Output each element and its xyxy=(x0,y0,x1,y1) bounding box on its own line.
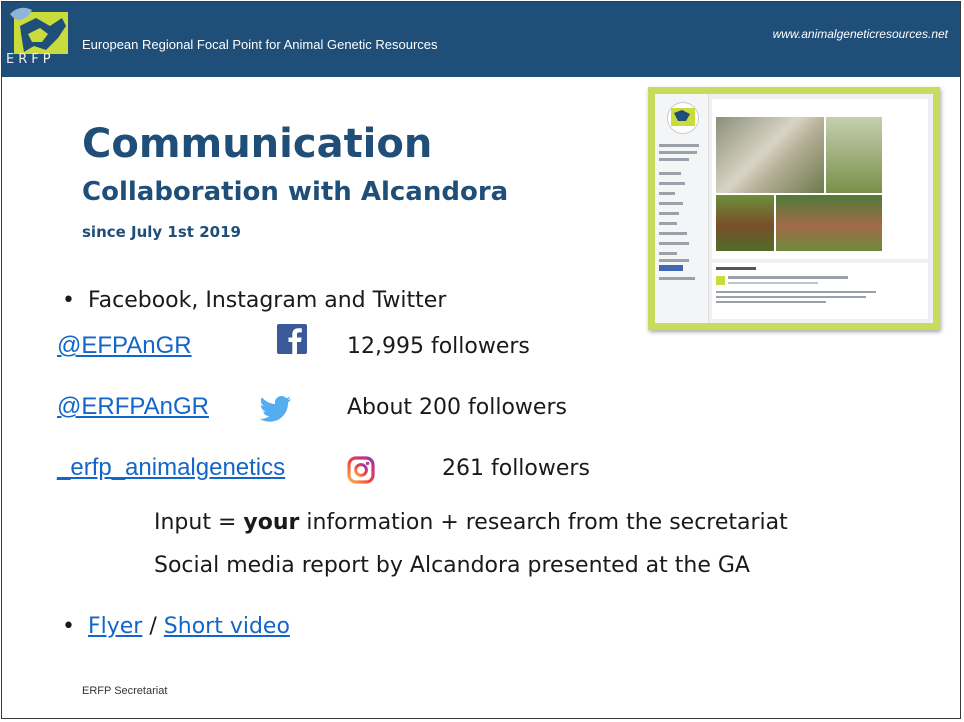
input-prefix: Input = xyxy=(154,510,244,535)
facebook-icon[interactable] xyxy=(277,324,307,354)
screenshot-sidebar xyxy=(655,94,709,323)
header-bar: ERFP European Regional Focal Point for A… xyxy=(2,2,960,77)
bullet-dot: • xyxy=(62,288,75,313)
page-title: Communication xyxy=(82,121,433,167)
facebook-page-screenshot xyxy=(648,87,940,330)
input-suffix: information + research from the secretar… xyxy=(299,510,788,535)
logo-text: ERFP xyxy=(6,52,55,67)
instagram-icon[interactable] xyxy=(347,456,375,484)
facebook-handle-link[interactable]: @EFPAnGR xyxy=(57,332,192,360)
input-bold: your xyxy=(243,510,300,535)
twitter-handle-link[interactable]: @ERFPAnGR xyxy=(57,393,209,421)
screenshot-post xyxy=(712,263,928,319)
links-separator: / xyxy=(149,614,157,639)
input-note: Input = your information + research from… xyxy=(154,510,788,535)
facebook-followers: 12,995 followers xyxy=(347,334,530,359)
since-date: since July 1st 2019 xyxy=(82,223,241,241)
screenshot-content xyxy=(655,94,933,323)
bullet-dot: • xyxy=(62,614,75,639)
screenshot-photos xyxy=(712,99,928,259)
footer-text: ERFP Secretariat xyxy=(82,685,168,697)
twitter-icon[interactable] xyxy=(260,396,292,422)
header-title: European Regional Focal Point for Animal… xyxy=(82,37,438,52)
screenshot-avatar xyxy=(667,102,699,134)
flyer-link[interactable]: Flyer xyxy=(88,614,142,639)
short-video-link[interactable]: Short video xyxy=(164,614,290,639)
header-url[interactable]: www.animalgeneticresources.net xyxy=(773,27,948,41)
screenshot-button xyxy=(659,265,683,271)
bullet-platforms: • Facebook, Instagram and Twitter xyxy=(62,288,446,313)
report-note: Social media report by Alcandora present… xyxy=(154,553,750,578)
slide: ERFP European Regional Focal Point for A… xyxy=(1,1,961,719)
platforms-text: Facebook, Instagram and Twitter xyxy=(87,288,447,313)
instagram-followers: 261 followers xyxy=(442,456,590,481)
instagram-handle-link[interactable]: _erfp_animalgenetics xyxy=(57,454,285,482)
twitter-followers: About 200 followers xyxy=(347,395,567,420)
page-subtitle: Collaboration with Alcandora xyxy=(82,177,509,207)
bullet-links: • Flyer / Short video xyxy=(62,614,290,639)
